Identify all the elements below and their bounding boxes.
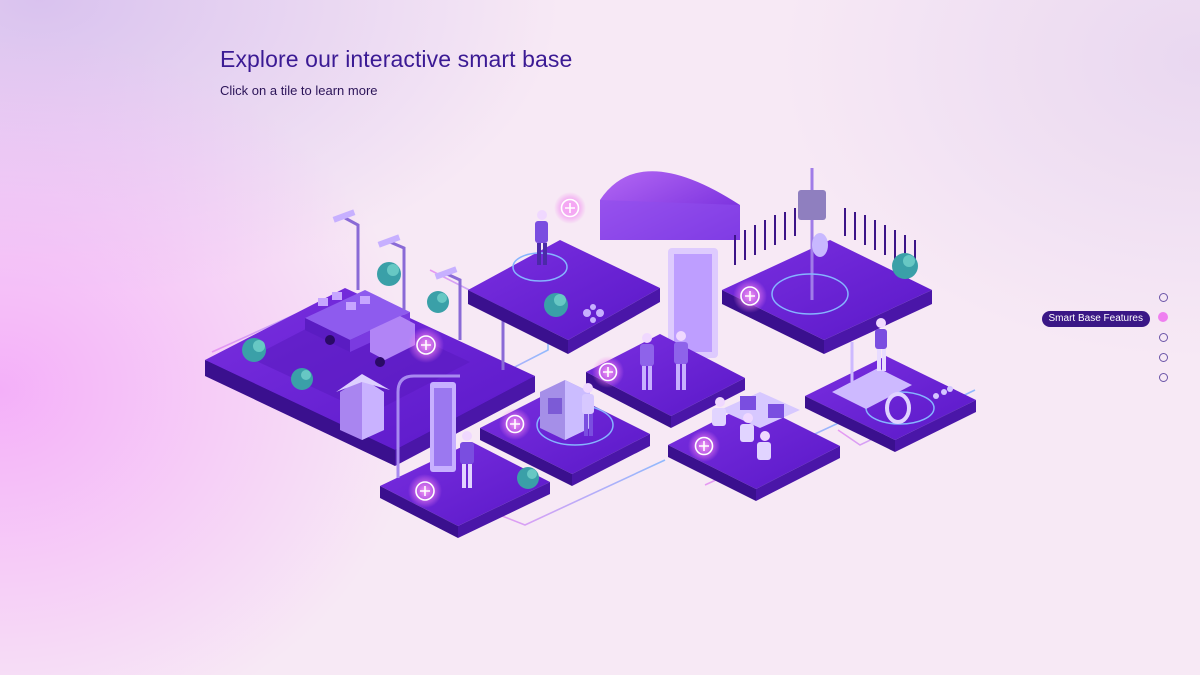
nav-dot-2-active[interactable] xyxy=(1158,312,1168,322)
plus-icon[interactable] xyxy=(408,474,442,508)
nav-dot-1[interactable] xyxy=(1159,293,1168,302)
smart-base-illustration xyxy=(205,168,976,538)
plus-icon[interactable] xyxy=(408,327,444,363)
active-section-label: Smart Base Features xyxy=(1041,311,1150,327)
nav-dot-3[interactable] xyxy=(1159,333,1168,342)
plus-icon[interactable] xyxy=(554,192,586,224)
plus-icon[interactable] xyxy=(592,356,624,388)
plus-icon[interactable] xyxy=(688,430,720,462)
plus-icon[interactable] xyxy=(499,408,531,440)
nav-dot-5[interactable] xyxy=(1159,373,1168,382)
plus-icon[interactable] xyxy=(733,279,767,313)
tile-communications-tower[interactable] xyxy=(722,168,932,354)
nav-dot-4[interactable] xyxy=(1159,353,1168,362)
section-navigation: Smart Base Features xyxy=(1040,288,1180,388)
hangar-building-icon xyxy=(600,171,740,358)
